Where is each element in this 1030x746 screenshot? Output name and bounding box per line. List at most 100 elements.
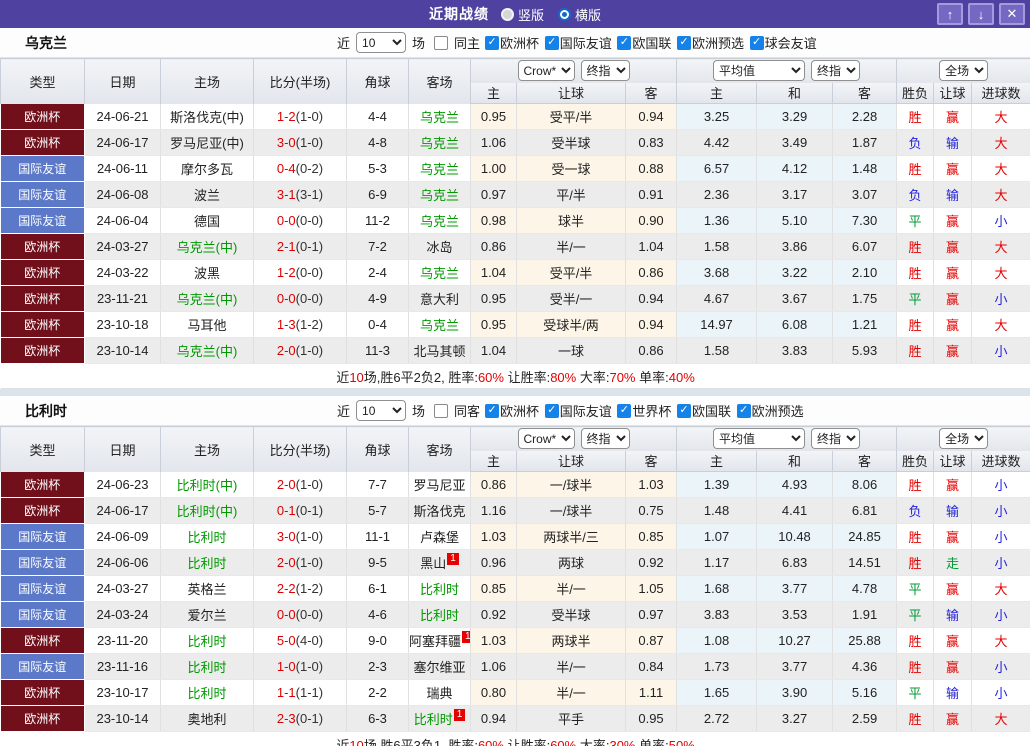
handicap-company-select[interactable]: Crow*: [518, 428, 575, 449]
league-filter-item[interactable]: ✓欧洲预选: [737, 401, 804, 420]
cell-league-type: 欧洲杯: [1, 286, 85, 312]
team-name: 乌克兰: [420, 188, 459, 203]
cell-away-win-odds: 6.81: [833, 498, 897, 524]
league-checkbox[interactable]: ✓: [485, 404, 499, 418]
team-name: 比利时: [187, 556, 226, 571]
cell-handicap-away-odds: 1.05: [626, 576, 677, 602]
league-checkbox[interactable]: ✓: [545, 36, 559, 50]
scope-select[interactable]: 全场: [939, 60, 988, 81]
match-row: 欧洲杯24-03-22波黑1-2(0-0)2-4乌克兰1.04受平/半0.863…: [1, 260, 1030, 286]
league-checkbox[interactable]: ✓: [677, 36, 691, 50]
league-checkbox[interactable]: ✓: [677, 404, 691, 418]
cell-draw-odds: 4.12: [757, 156, 833, 182]
league-filter-item[interactable]: ✓欧洲预选: [677, 33, 744, 52]
europe-time-select[interactable]: 终指: [811, 428, 860, 449]
league-filter-item[interactable]: ✓欧洲杯: [485, 401, 539, 420]
league-checkbox[interactable]: ✓: [545, 404, 559, 418]
cell-goals-result: 大: [972, 182, 1030, 208]
match-row: 国际友谊24-06-06比利时2-0(1-0)9-5黑山10.96两球0.921…: [1, 550, 1030, 576]
match-row: 国际友谊24-06-04德国0-0(0-0)11-2乌克兰0.98球半0.901…: [1, 208, 1030, 234]
cell-handicap-result: 赢: [934, 706, 972, 732]
cell-away-win-odds: 8.06: [833, 472, 897, 498]
cell-result: 平: [897, 286, 934, 312]
fulltime-score: 3-1: [277, 187, 296, 202]
league-filter-item[interactable]: ✓国际友谊: [545, 401, 612, 420]
cell-corners: 6-1: [347, 576, 409, 602]
cell-home-team: 英格兰: [161, 576, 254, 602]
cell-home-win-odds: 6.57: [677, 156, 757, 182]
cell-corners: 11-2: [347, 208, 409, 234]
cell-handicap-home-odds: 1.03: [471, 628, 517, 654]
fulltime-score: 1-1: [277, 685, 296, 700]
league-filter-item[interactable]: ✓欧洲杯: [485, 33, 539, 52]
scope-select[interactable]: 全场: [939, 428, 988, 449]
league-filter-item[interactable]: ✓国际友谊: [545, 33, 612, 52]
cell-league-type: 欧洲杯: [1, 234, 85, 260]
league-checkbox[interactable]: ✓: [617, 404, 631, 418]
cell-league-type: 国际友谊: [1, 550, 85, 576]
subcol-euro-draw: 和: [757, 83, 833, 104]
league-filter-item[interactable]: ✓球会友谊: [750, 33, 817, 52]
subcol-handicap-line: 让球: [517, 83, 626, 104]
team-name: 乌克兰(中): [177, 292, 238, 307]
europe-company-select[interactable]: 平均值: [713, 428, 805, 449]
cell-handicap-line: 半/一: [517, 576, 626, 602]
halftime-score: (0-1): [296, 711, 323, 726]
cell-draw-odds: 3.83: [757, 338, 833, 364]
games-label: 场: [412, 33, 425, 52]
match-count-select[interactable]: 10: [356, 32, 406, 53]
handicap-company-select[interactable]: Crow*: [518, 60, 575, 81]
cell-league-type: 欧洲杯: [1, 472, 85, 498]
filter-controls: 近 10 场 ✓ 同主 ✓欧洲杯 ✓国际友谊 ✓欧国联 ✓欧洲预选 ✓球会友谊: [337, 32, 817, 53]
summary-label: 近: [336, 370, 349, 385]
same-venue-checkbox[interactable]: ✓: [434, 36, 448, 50]
cell-date: 24-06-21: [85, 104, 161, 130]
team-name: 比利时: [187, 686, 226, 701]
cell-handicap-home-odds: 0.92: [471, 602, 517, 628]
same-venue-label: 同主: [454, 33, 480, 52]
fulltime-score: 2-3: [277, 711, 296, 726]
match-row: 欧洲杯24-06-23比利时(中)2-0(1-0)7-7罗马尼亚0.86一/球半…: [1, 472, 1030, 498]
team-name: 罗马尼亚(中): [170, 136, 244, 151]
handicap-time-select[interactable]: 终指: [581, 428, 630, 449]
mode-horizontal-label: 横版: [575, 5, 601, 24]
europe-time-select[interactable]: 终指: [811, 60, 860, 81]
league-label: 国际友谊: [560, 401, 612, 420]
halftime-score: (0-0): [296, 607, 323, 622]
league-checkbox[interactable]: ✓: [750, 36, 764, 50]
handicap-time-select[interactable]: 终指: [581, 60, 630, 81]
league-filter-item[interactable]: ✓欧国联: [617, 33, 671, 52]
league-filter-item[interactable]: ✓欧国联: [677, 401, 731, 420]
league-filter-item[interactable]: ✓世界杯: [617, 401, 671, 420]
cell-home-team: 波兰: [161, 182, 254, 208]
team-name: 意大利: [420, 292, 459, 307]
cell-draw-odds: 3.86: [757, 234, 833, 260]
league-checkbox[interactable]: ✓: [617, 36, 631, 50]
close-button[interactable]: ✕: [999, 3, 1025, 25]
cell-handicap-home-odds: 1.00: [471, 156, 517, 182]
cell-date: 24-06-11: [85, 156, 161, 182]
cell-handicap-result: 赢: [934, 312, 972, 338]
radio-vertical-icon[interactable]: [501, 8, 514, 21]
mode-option-vertical[interactable]: 竖版: [501, 5, 544, 24]
cell-corners: 7-7: [347, 472, 409, 498]
same-venue-checkbox[interactable]: ✓: [434, 404, 448, 418]
cell-handicap-home-odds: 0.86: [471, 234, 517, 260]
move-up-button[interactable]: ↑: [937, 3, 963, 25]
team-name: 斯洛伐克: [413, 504, 465, 519]
cell-score: 0-0(0-0): [254, 208, 347, 234]
summary-label: 场,胜6平2负2, 胜率:: [364, 370, 478, 385]
cell-home-win-odds: 1.58: [677, 234, 757, 260]
cell-corners: 6-9: [347, 182, 409, 208]
league-label: 欧洲杯: [500, 33, 539, 52]
europe-company-select[interactable]: 平均值: [713, 60, 805, 81]
match-count-select[interactable]: 10: [356, 400, 406, 421]
move-down-button[interactable]: ↓: [968, 3, 994, 25]
halftime-score: (1-0): [296, 529, 323, 544]
mode-option-horizontal[interactable]: 横版: [558, 5, 601, 24]
cell-score: 3-1(3-1): [254, 182, 347, 208]
cell-handicap-away-odds: 0.86: [626, 260, 677, 286]
league-checkbox[interactable]: ✓: [485, 36, 499, 50]
league-checkbox[interactable]: ✓: [737, 404, 751, 418]
radio-horizontal-icon[interactable]: [558, 8, 571, 21]
